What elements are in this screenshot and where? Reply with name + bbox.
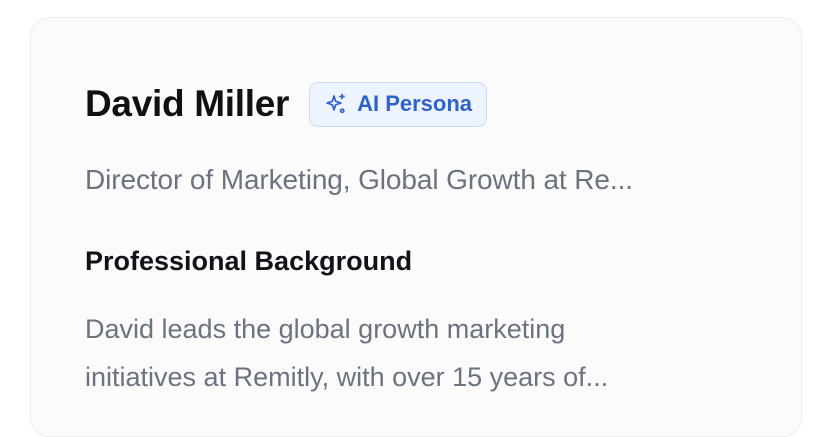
badge-label: AI Persona	[357, 91, 473, 116]
persona-header: David Miller AI Persona	[85, 81, 488, 127]
background-line: David leads the global growth marketing	[85, 314, 566, 344]
background-line: initiatives at Remitly, with over 15 yea…	[85, 362, 609, 392]
ai-persona-badge: AI Persona	[309, 81, 488, 127]
persona-job-title: Director of Marketing, Global Growth at …	[85, 164, 633, 195]
sparkles-icon	[324, 92, 348, 116]
persona-card: David Miller AI Persona Director of Mark…	[30, 17, 802, 437]
section-heading: Professional Background	[85, 246, 413, 276]
persona-name: David Miller	[85, 83, 290, 124]
professional-background-text: David leads the global growth marketing …	[85, 305, 765, 401]
